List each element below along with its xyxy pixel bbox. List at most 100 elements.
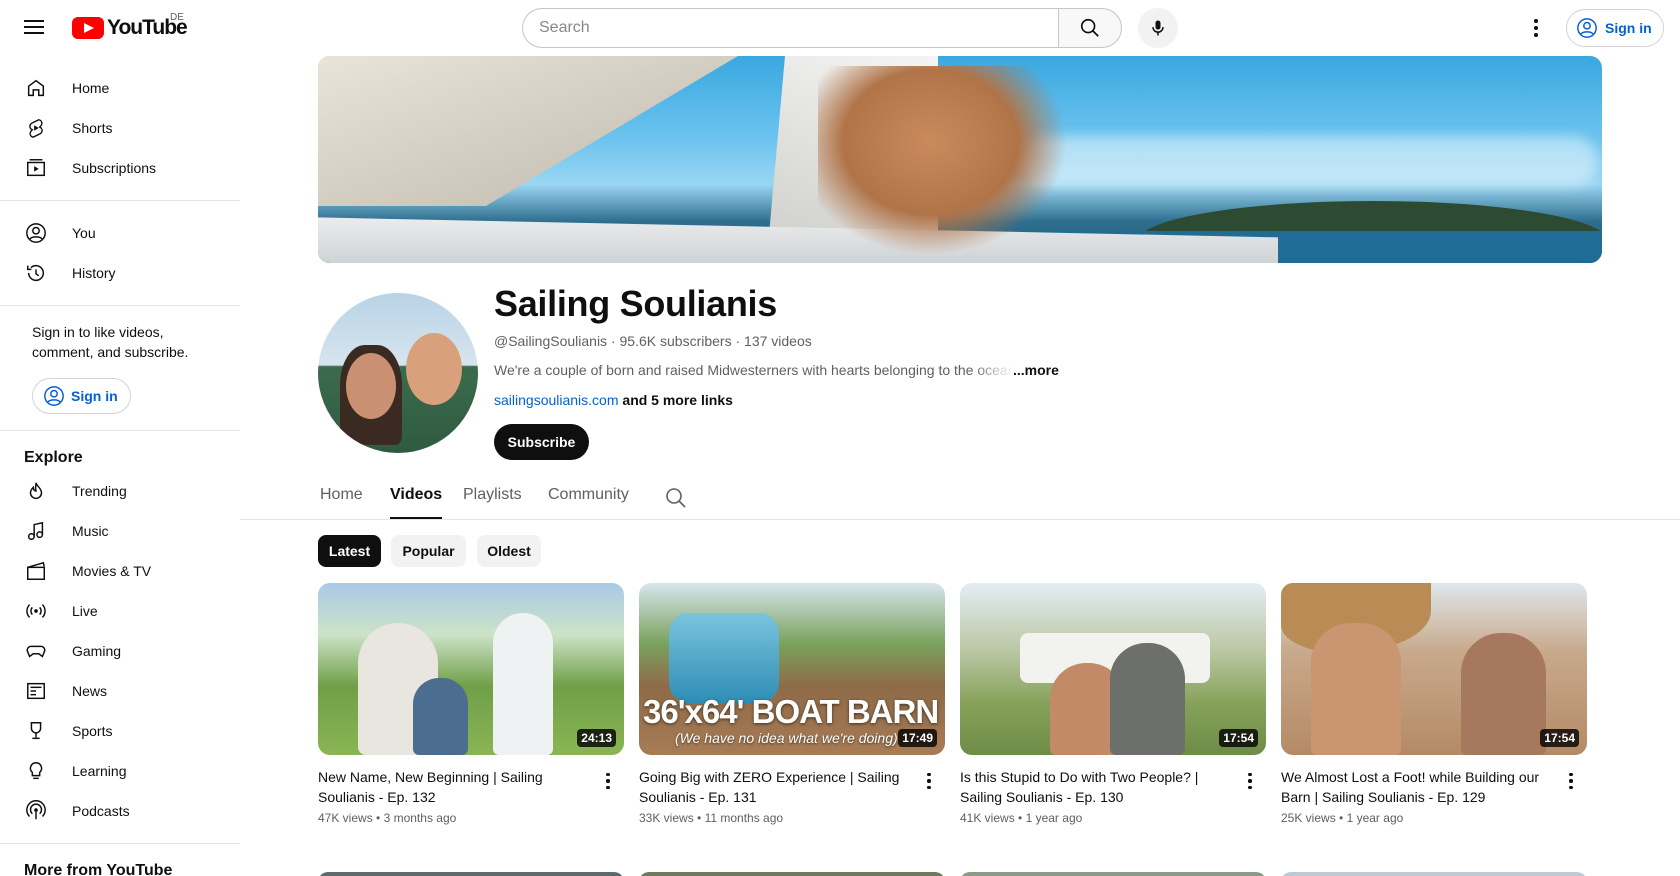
news-icon	[24, 679, 48, 703]
upload-age: 3 months ago	[383, 811, 457, 825]
sidebar-item-label: Music	[72, 523, 109, 539]
divider	[0, 430, 240, 431]
sidebar-item-label: Home	[72, 80, 110, 96]
history-icon	[24, 261, 48, 285]
tab-community[interactable]: Community	[548, 486, 629, 504]
video-card[interactable]: 24:13 New Name, New Beginning | Sailing …	[318, 583, 624, 825]
tab-videos[interactable]: Videos	[390, 486, 443, 519]
video-title[interactable]: Is this Stupid to Do with Two People? | …	[960, 767, 1266, 807]
video-duration: 17:54	[1540, 729, 1579, 747]
video-more-icon[interactable]	[1238, 769, 1262, 793]
sidebar-item-trending[interactable]: Trending	[0, 471, 240, 511]
video-card[interactable]: 17:54 Is this Stupid to Do with Two Peop…	[960, 583, 1266, 825]
sidebar-item-label: Sports	[72, 723, 113, 739]
sidebar-item-subscriptions[interactable]: Subscriptions	[0, 148, 240, 188]
video-title[interactable]: New Name, New Beginning | Sailing Soulia…	[318, 767, 624, 807]
video-meta: 47K views • 3 months ago	[318, 811, 457, 825]
menu-icon[interactable]	[22, 16, 46, 40]
thumbnail-overlay-subtext: (We have no idea what we're doing)	[675, 730, 898, 746]
subscribe-button[interactable]: Subscribe	[494, 424, 589, 460]
search-input[interactable]: Search	[522, 8, 1058, 48]
settings-more-icon[interactable]	[1524, 16, 1548, 40]
sidebar-item-gaming[interactable]: Gaming	[0, 631, 240, 671]
next-row-thumbnail[interactable]	[1281, 872, 1587, 876]
thumbnail-figure	[1311, 623, 1401, 755]
more-button[interactable]: ...more	[1013, 362, 1059, 378]
channel-links: sailingsoulianis.com and 5 more links	[494, 392, 733, 408]
description-text: We're a couple of born and raised Midwes…	[494, 362, 1013, 378]
channel-description[interactable]: We're a couple of born and raised Midwes…	[494, 362, 1059, 378]
next-row-thumbnail[interactable]	[639, 872, 945, 876]
video-more-icon[interactable]	[917, 769, 941, 793]
sidebar-item-shorts[interactable]: Shorts	[0, 108, 240, 148]
next-row-thumbnail[interactable]	[960, 872, 1266, 876]
video-thumbnail[interactable]: 17:54	[960, 583, 1266, 755]
video-thumbnail[interactable]: 17:54	[1281, 583, 1587, 755]
youtube-logo[interactable]: YouTube DE	[72, 12, 188, 39]
view-count: 41K views	[960, 811, 1015, 825]
sidebar-item-label: Live	[72, 603, 98, 619]
tab-playlists[interactable]: Playlists	[463, 486, 522, 504]
sidebar-item-home[interactable]: Home	[0, 68, 240, 108]
video-thumbnail[interactable]: 36'x64' BOAT BARN (We have no idea what …	[639, 583, 945, 755]
sidebar-sign-in-button[interactable]: Sign in	[32, 378, 131, 414]
subscriptions-icon	[24, 156, 48, 180]
video-more-icon[interactable]	[596, 769, 620, 793]
sign-in-button[interactable]: Sign in	[1566, 9, 1664, 47]
search-button[interactable]	[1058, 8, 1122, 48]
view-count: 25K views	[1281, 811, 1336, 825]
voice-search-button[interactable]	[1138, 8, 1178, 48]
tab-home[interactable]: Home	[320, 486, 363, 504]
more-links-button[interactable]: and 5 more links	[622, 392, 732, 408]
movies-icon	[24, 559, 48, 583]
home-icon	[24, 76, 48, 100]
play-logo-icon	[72, 17, 104, 39]
video-more-icon[interactable]	[1559, 769, 1583, 793]
sidebar-item-live[interactable]: Live	[0, 591, 240, 631]
next-row-thumbnail[interactable]	[318, 872, 624, 876]
view-count: 33K views	[639, 811, 694, 825]
channel-meta: @SailingSoulianis · 95.6K subscribers · …	[494, 333, 812, 349]
sidebar-item-label: History	[72, 265, 116, 281]
learning-icon	[24, 759, 48, 783]
video-duration: 17:54	[1219, 729, 1258, 747]
live-icon	[24, 599, 48, 623]
channel-name: Sailing Soulianis	[494, 283, 777, 324]
gaming-icon	[24, 639, 48, 663]
top-bar: YouTube DE Search Sign in	[0, 0, 1680, 56]
sign-in-note: Sign in to like videos, comment, and sub…	[32, 324, 189, 360]
thumbnail-figure	[1461, 633, 1546, 755]
sidebar-item-sports[interactable]: Sports	[0, 711, 240, 751]
sidebar-item-learning[interactable]: Learning	[0, 751, 240, 791]
sidebar-item-label: Learning	[72, 763, 127, 779]
sidebar-item-you[interactable]: You	[0, 213, 240, 253]
chip-oldest[interactable]: Oldest	[477, 535, 541, 567]
sign-in-label: Sign in	[1605, 20, 1652, 36]
country-code: DE	[170, 12, 184, 23]
sidebar-item-news[interactable]: News	[0, 671, 240, 711]
sidebar-item-label: Trending	[72, 483, 127, 499]
view-count: 47K views	[318, 811, 373, 825]
video-thumbnail[interactable]: 24:13	[318, 583, 624, 755]
sign-in-label: Sign in	[71, 388, 118, 404]
video-card[interactable]: 17:54 We Almost Lost a Foot! while Build…	[1281, 583, 1587, 825]
meta-dot: ·	[610, 333, 620, 349]
sidebar-item-podcasts[interactable]: Podcasts	[0, 791, 240, 831]
podcasts-icon	[24, 799, 48, 823]
chip-popular[interactable]: Popular	[391, 535, 466, 567]
sidebar: Home Shorts Subscriptions You History Si…	[0, 56, 240, 876]
video-card[interactable]: 36'x64' BOAT BARN (We have no idea what …	[639, 583, 945, 825]
channel-website-link[interactable]: sailingsoulianis.com	[494, 392, 619, 408]
upload-age: 1 year ago	[1025, 811, 1083, 825]
channel-search-icon[interactable]	[664, 486, 688, 510]
search-bar: Search	[522, 8, 1122, 48]
sidebar-item-music[interactable]: Music	[0, 511, 240, 551]
video-title[interactable]: We Almost Lost a Foot! while Building ou…	[1281, 767, 1587, 807]
chip-latest[interactable]: Latest	[318, 535, 381, 567]
sidebar-item-history[interactable]: History	[0, 253, 240, 293]
video-title[interactable]: Going Big with ZERO Experience | Sailing…	[639, 767, 945, 807]
subscriber-count: 95.6K subscribers	[619, 333, 732, 349]
sidebar-item-label: You	[72, 225, 96, 241]
upload-age: 1 year ago	[1346, 811, 1404, 825]
sidebar-item-movies[interactable]: Movies & TV	[0, 551, 240, 591]
